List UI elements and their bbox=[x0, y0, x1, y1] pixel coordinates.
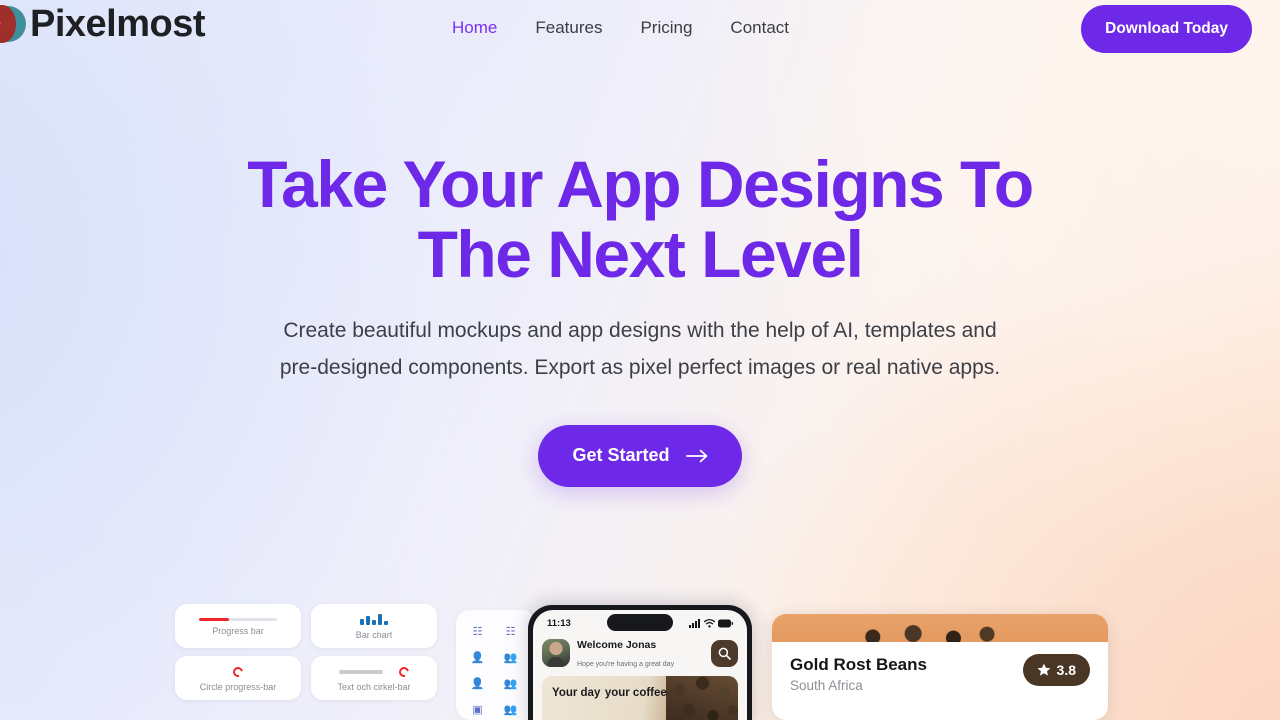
component-card-circle-progress[interactable]: Circle progress-bar bbox=[175, 656, 301, 700]
component-card-label: Circle progress-bar bbox=[199, 681, 277, 692]
rating-value: 3.8 bbox=[1056, 662, 1076, 678]
bar-chart-preview-icon bbox=[360, 614, 388, 625]
hero-subtitle: Create beautiful mockups and app designs… bbox=[279, 318, 1001, 380]
coffee-card-line-1: Your day bbox=[552, 687, 601, 699]
hero-section: Take Your App Designs To The Next Level … bbox=[0, 147, 1280, 487]
hero-title-line-1: Take Your App Designs To bbox=[247, 147, 1034, 221]
main-navigation: Home Features Pricing Contact bbox=[452, 18, 789, 38]
component-card-bar-chart[interactable]: Bar chart bbox=[311, 604, 437, 648]
mockup-showcase: Progress bar Bar chart Circle progress-b… bbox=[0, 600, 1280, 720]
phone-notch bbox=[607, 614, 673, 631]
contact-card-icon: ☷ bbox=[472, 625, 483, 638]
phone-mockup: 11:13 Welcome Jonas Hope you're having a… bbox=[528, 605, 752, 720]
star-icon bbox=[1037, 663, 1050, 676]
brand-logo[interactable]: Pixelmost bbox=[0, 3, 206, 45]
get-started-button[interactable]: Get Started bbox=[538, 424, 742, 487]
download-today-button[interactable]: Download Today bbox=[1081, 5, 1252, 53]
nav-item-contact[interactable]: Contact bbox=[730, 18, 789, 38]
product-card-body: Gold Rost Beans South Africa 3.8 bbox=[772, 642, 1108, 705]
nav-item-pricing[interactable]: Pricing bbox=[640, 18, 692, 38]
text-and-circle-preview-icon bbox=[339, 664, 411, 679]
welcome-subtitle: Hope you're having a great day bbox=[577, 661, 675, 668]
welcome-title: Welcome Jonas bbox=[577, 639, 657, 651]
group-icon: 👥 bbox=[503, 651, 518, 664]
circle-progress-preview-icon bbox=[231, 664, 245, 679]
get-started-label: Get Started bbox=[572, 445, 670, 466]
nav-item-home[interactable]: Home bbox=[452, 18, 497, 38]
id-badge-icon: ▣ bbox=[472, 703, 483, 716]
nav-item-features[interactable]: Features bbox=[535, 18, 602, 38]
product-card[interactable]: Gold Rost Beans South Africa 3.8 bbox=[772, 614, 1108, 720]
battery-icon bbox=[718, 619, 733, 627]
person-icon: 👤 bbox=[470, 677, 485, 690]
coffee-card-line-2: your coffee bbox=[604, 687, 667, 699]
icon-library-panel[interactable]: ☷ ☷ 👤 👥 👤 👥 ▣ 👥 bbox=[456, 610, 532, 720]
component-card-label: Bar chart bbox=[355, 630, 393, 640]
status-icons bbox=[689, 618, 733, 628]
phone-coffee-card[interactable]: Your day your coffee bbox=[542, 676, 738, 720]
phone-search-button[interactable] bbox=[711, 639, 738, 667]
product-text-block: Gold Rost Beans South Africa bbox=[790, 654, 927, 693]
component-card-progress-bar[interactable]: Progress bar bbox=[175, 604, 301, 648]
site-header: Pixelmost Home Features Pricing Contact … bbox=[0, 0, 1280, 58]
signal-icon bbox=[689, 618, 700, 628]
component-card-label: Text och cirkel-bar bbox=[337, 681, 411, 692]
status-time: 11:13 bbox=[547, 617, 571, 629]
progress-bar-preview-icon bbox=[199, 618, 277, 621]
product-photo bbox=[772, 614, 1108, 642]
page-title: Take Your App Designs To The Next Level bbox=[0, 147, 1280, 291]
phone-welcome-row: Welcome Jonas Hope you're having a great… bbox=[533, 632, 747, 676]
person-icon: 👤 bbox=[470, 651, 485, 664]
product-origin: South Africa bbox=[790, 678, 863, 694]
search-icon bbox=[718, 647, 731, 660]
component-cards-panel: Progress bar Bar chart Circle progress-b… bbox=[175, 604, 437, 700]
status-badge: 3.8 bbox=[1022, 654, 1090, 686]
component-card-label: Progress bar bbox=[212, 626, 264, 636]
circular-leaf-logo-icon bbox=[0, 3, 28, 45]
group-icon: 👥 bbox=[503, 677, 518, 690]
phone-screen: 11:13 Welcome Jonas Hope you're having a… bbox=[533, 610, 747, 720]
wifi-icon bbox=[704, 618, 715, 628]
hero-title-line-2: The Next Level bbox=[417, 216, 864, 291]
landing-page: Pixelmost Home Features Pricing Contact … bbox=[0, 0, 1280, 720]
product-name: Gold Rost Beans bbox=[790, 655, 927, 674]
component-card-text-circle[interactable]: Text och cirkel-bar bbox=[311, 656, 437, 700]
arrow-right-icon bbox=[685, 449, 707, 463]
avatar bbox=[542, 639, 570, 667]
people-add-icon: 👥 bbox=[503, 703, 518, 716]
brand-name: Pixelmost bbox=[30, 3, 206, 45]
contact-card-icon: ☷ bbox=[505, 625, 516, 638]
welcome-text-block: Welcome Jonas Hope you're having a great… bbox=[577, 635, 704, 671]
cta-container: Get Started bbox=[0, 424, 1280, 487]
